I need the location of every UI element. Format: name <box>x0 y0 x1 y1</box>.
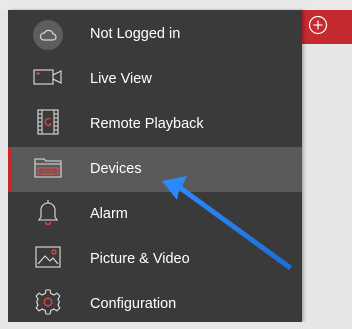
side-drawer: Not Logged in Live View Remote Playback … <box>8 10 302 322</box>
menu-item-remote-playback[interactable]: Remote Playback <box>8 102 302 147</box>
menu-item-label: Configuration <box>90 296 177 312</box>
film-playback-icon <box>36 109 60 140</box>
menu-item-label: Picture & Video <box>90 251 190 267</box>
selection-indicator <box>8 147 12 192</box>
camera-icon <box>33 67 63 92</box>
menu-item-label: Not Logged in <box>90 26 181 42</box>
menu-item-configuration[interactable]: Configuration <box>8 282 302 322</box>
menu-item-account[interactable]: Not Logged in <box>8 12 302 57</box>
top-edge <box>0 0 352 10</box>
menu-item-label: Alarm <box>90 206 128 222</box>
menu-item-live-view[interactable]: Live View <box>8 57 302 102</box>
gear-icon <box>35 289 61 320</box>
menu-item-devices[interactable]: Devices <box>8 147 302 192</box>
menu-item-label: Live View <box>90 71 152 87</box>
cloud-icon <box>33 19 63 50</box>
header-bar <box>302 10 352 44</box>
menu-item-label: Remote Playback <box>90 116 204 132</box>
menu-item-picture-video[interactable]: Picture & Video <box>8 237 302 282</box>
menu-item-alarm[interactable]: Alarm <box>8 192 302 237</box>
picture-icon <box>35 246 61 273</box>
bottom-edge <box>0 322 352 329</box>
folder-icon <box>34 156 62 183</box>
plus-circle-icon[interactable] <box>308 15 328 40</box>
menu-item-label: Devices <box>90 161 142 177</box>
main-content-area <box>302 10 352 329</box>
bell-icon <box>37 199 59 230</box>
